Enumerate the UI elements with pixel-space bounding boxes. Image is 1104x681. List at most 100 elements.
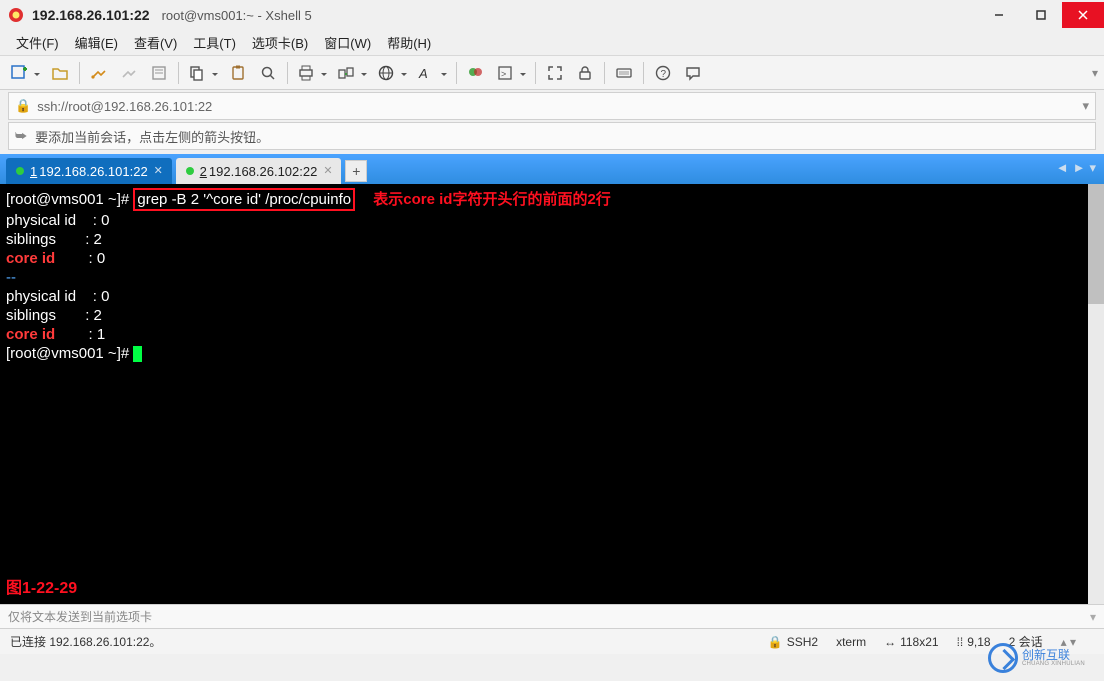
- menu-bar: 文件(F) 编辑(E) 查看(V) 工具(T) 选项卡(B) 窗口(W) 帮助(…: [0, 30, 1104, 56]
- address-dropdown-icon[interactable]: ▾: [1082, 98, 1089, 114]
- toolbar-separator: [456, 62, 457, 84]
- disconnect-button[interactable]: [115, 59, 143, 87]
- toolbar-separator: [643, 62, 644, 84]
- fullscreen-button[interactable]: [541, 59, 569, 87]
- script-button[interactable]: >_: [492, 59, 530, 87]
- close-button[interactable]: [1062, 2, 1104, 28]
- output-value: 2: [94, 307, 102, 324]
- highlighted-command: grep -B 2 '^core id' /proc/cpuinfo: [133, 188, 355, 211]
- status-dot-icon: [16, 167, 24, 175]
- open-session-button[interactable]: [46, 59, 74, 87]
- session-tab-1[interactable]: 1 192.168.26.101:22 ✕: [6, 158, 172, 184]
- lock-icon: 🔒: [768, 635, 783, 649]
- status-cursor: ⁞⁞9,18: [957, 635, 991, 649]
- transfer-button[interactable]: [333, 59, 371, 87]
- color-scheme-button[interactable]: [462, 59, 490, 87]
- app-icon: [8, 7, 24, 23]
- status-protocol: 🔒SSH2: [768, 635, 818, 649]
- separator-line: --: [6, 269, 16, 286]
- compose-bar[interactable]: 仅将文本发送到当前选项卡 ▾: [0, 604, 1104, 628]
- resize-icon: ↔: [884, 635, 896, 649]
- figure-label: 图1-22-29: [6, 579, 77, 598]
- terminal-scrollbar[interactable]: [1088, 184, 1104, 604]
- terminal-output[interactable]: [root@vms001 ~]# grep -B 2 '^core id' /p…: [0, 184, 1088, 604]
- title-bar: 192.168.26.101:22 root@vms001:~ - Xshell…: [0, 0, 1104, 30]
- new-session-button[interactable]: [6, 59, 44, 87]
- scrollbar-thumb[interactable]: [1088, 184, 1104, 304]
- status-dot-icon: [186, 167, 194, 175]
- print-button[interactable]: [293, 59, 331, 87]
- output-value: 2: [94, 231, 102, 248]
- status-term-type: xterm: [836, 635, 866, 649]
- tab-next-icon[interactable]: ►: [1073, 160, 1086, 176]
- tab-accelerator: 1: [30, 164, 37, 179]
- toolbar-separator: [604, 62, 605, 84]
- menu-edit[interactable]: 编辑(E): [67, 30, 126, 55]
- menu-help[interactable]: 帮助(H): [379, 30, 439, 55]
- toolbar-overflow-icon[interactable]: ▾: [1092, 66, 1098, 80]
- output-value: 1: [97, 326, 105, 343]
- svg-text:>_: >_: [501, 69, 512, 79]
- help-button[interactable]: ?: [649, 59, 677, 87]
- font-button[interactable]: A: [413, 59, 451, 87]
- menu-tabs[interactable]: 选项卡(B): [244, 30, 316, 55]
- tab-label: 192.168.26.102:22: [209, 164, 317, 179]
- output-value: 0: [101, 212, 109, 229]
- tab-accelerator: 2: [200, 164, 207, 179]
- watermark-icon: [988, 643, 1018, 673]
- output-key: physical id: [6, 212, 89, 229]
- encoding-button[interactable]: [373, 59, 411, 87]
- properties-button[interactable]: [145, 59, 173, 87]
- cursor-icon: [133, 346, 142, 362]
- tab-close-icon[interactable]: ✕: [154, 164, 166, 176]
- lock-icon: 🔒: [15, 98, 31, 114]
- output-value: 0: [101, 288, 109, 305]
- status-connection: 已连接 192.168.26.101:22。: [10, 633, 161, 650]
- status-bar: 已连接 192.168.26.101:22。 🔒SSH2 xterm ↔118x…: [0, 628, 1104, 654]
- add-tab-button[interactable]: +: [345, 160, 367, 182]
- svg-text:?: ?: [661, 69, 667, 80]
- add-session-arrow-icon[interactable]: ⮩: [15, 128, 27, 144]
- copy-button[interactable]: [184, 59, 222, 87]
- toolbar-separator: [79, 62, 80, 84]
- lock-button[interactable]: [571, 59, 599, 87]
- annotation-text: 表示core id字符开头行的前面的2行: [373, 191, 611, 208]
- paste-button[interactable]: [224, 59, 252, 87]
- watermark-text: 创新互联: [1022, 649, 1085, 661]
- tab-prev-icon[interactable]: ◄: [1056, 160, 1069, 176]
- feedback-button[interactable]: [679, 59, 707, 87]
- info-bar: ⮩ 要添加当前会话，点击左侧的箭头按钮。: [8, 122, 1096, 150]
- tab-strip: 1 192.168.26.101:22 ✕ 2 192.168.26.102:2…: [0, 154, 1104, 184]
- address-text: ssh://root@192.168.26.101:22: [37, 99, 212, 114]
- prompt: [root@vms001 ~]#: [6, 345, 129, 362]
- minimize-button[interactable]: [978, 2, 1020, 28]
- compose-dropdown-icon[interactable]: ▾: [1090, 610, 1096, 624]
- session-tab-2[interactable]: 2 192.168.26.102:22 ✕: [176, 158, 342, 184]
- watermark-logo: 创新互联 CHUANG XINHULIAN: [988, 639, 1098, 677]
- keyboard-button[interactable]: [610, 59, 638, 87]
- maximize-button[interactable]: [1020, 2, 1062, 28]
- toolbar-separator: [535, 62, 536, 84]
- tab-label: 192.168.26.101:22: [39, 164, 147, 179]
- titlebar-title: root@vms001:~ - Xshell 5: [162, 8, 312, 23]
- toolbar: A >_ ? ▾: [0, 56, 1104, 90]
- menu-view[interactable]: 查看(V): [126, 30, 185, 55]
- watermark-subtext: CHUANG XINHULIAN: [1022, 661, 1085, 667]
- find-button[interactable]: [254, 59, 282, 87]
- menu-file[interactable]: 文件(F): [8, 30, 67, 55]
- reconnect-button[interactable]: [85, 59, 113, 87]
- address-bar[interactable]: 🔒 ssh://root@192.168.26.101:22 ▾: [8, 92, 1096, 120]
- menu-window[interactable]: 窗口(W): [316, 30, 379, 55]
- cursor-pos-icon: ⁞⁞: [957, 635, 964, 649]
- info-text: 要添加当前会话，点击左侧的箭头按钮。: [35, 127, 269, 146]
- output-value: 0: [97, 250, 105, 267]
- menu-tools[interactable]: 工具(T): [185, 30, 244, 55]
- titlebar-connection: 192.168.26.101:22: [32, 7, 150, 23]
- compose-placeholder: 仅将文本发送到当前选项卡: [8, 608, 152, 625]
- toolbar-separator: [287, 62, 288, 84]
- output-key: core id: [6, 250, 84, 267]
- tab-list-icon[interactable]: ▾: [1089, 160, 1096, 176]
- toolbar-separator: [178, 62, 179, 84]
- tab-close-icon[interactable]: ✕: [323, 164, 335, 176]
- output-key: siblings: [6, 307, 81, 324]
